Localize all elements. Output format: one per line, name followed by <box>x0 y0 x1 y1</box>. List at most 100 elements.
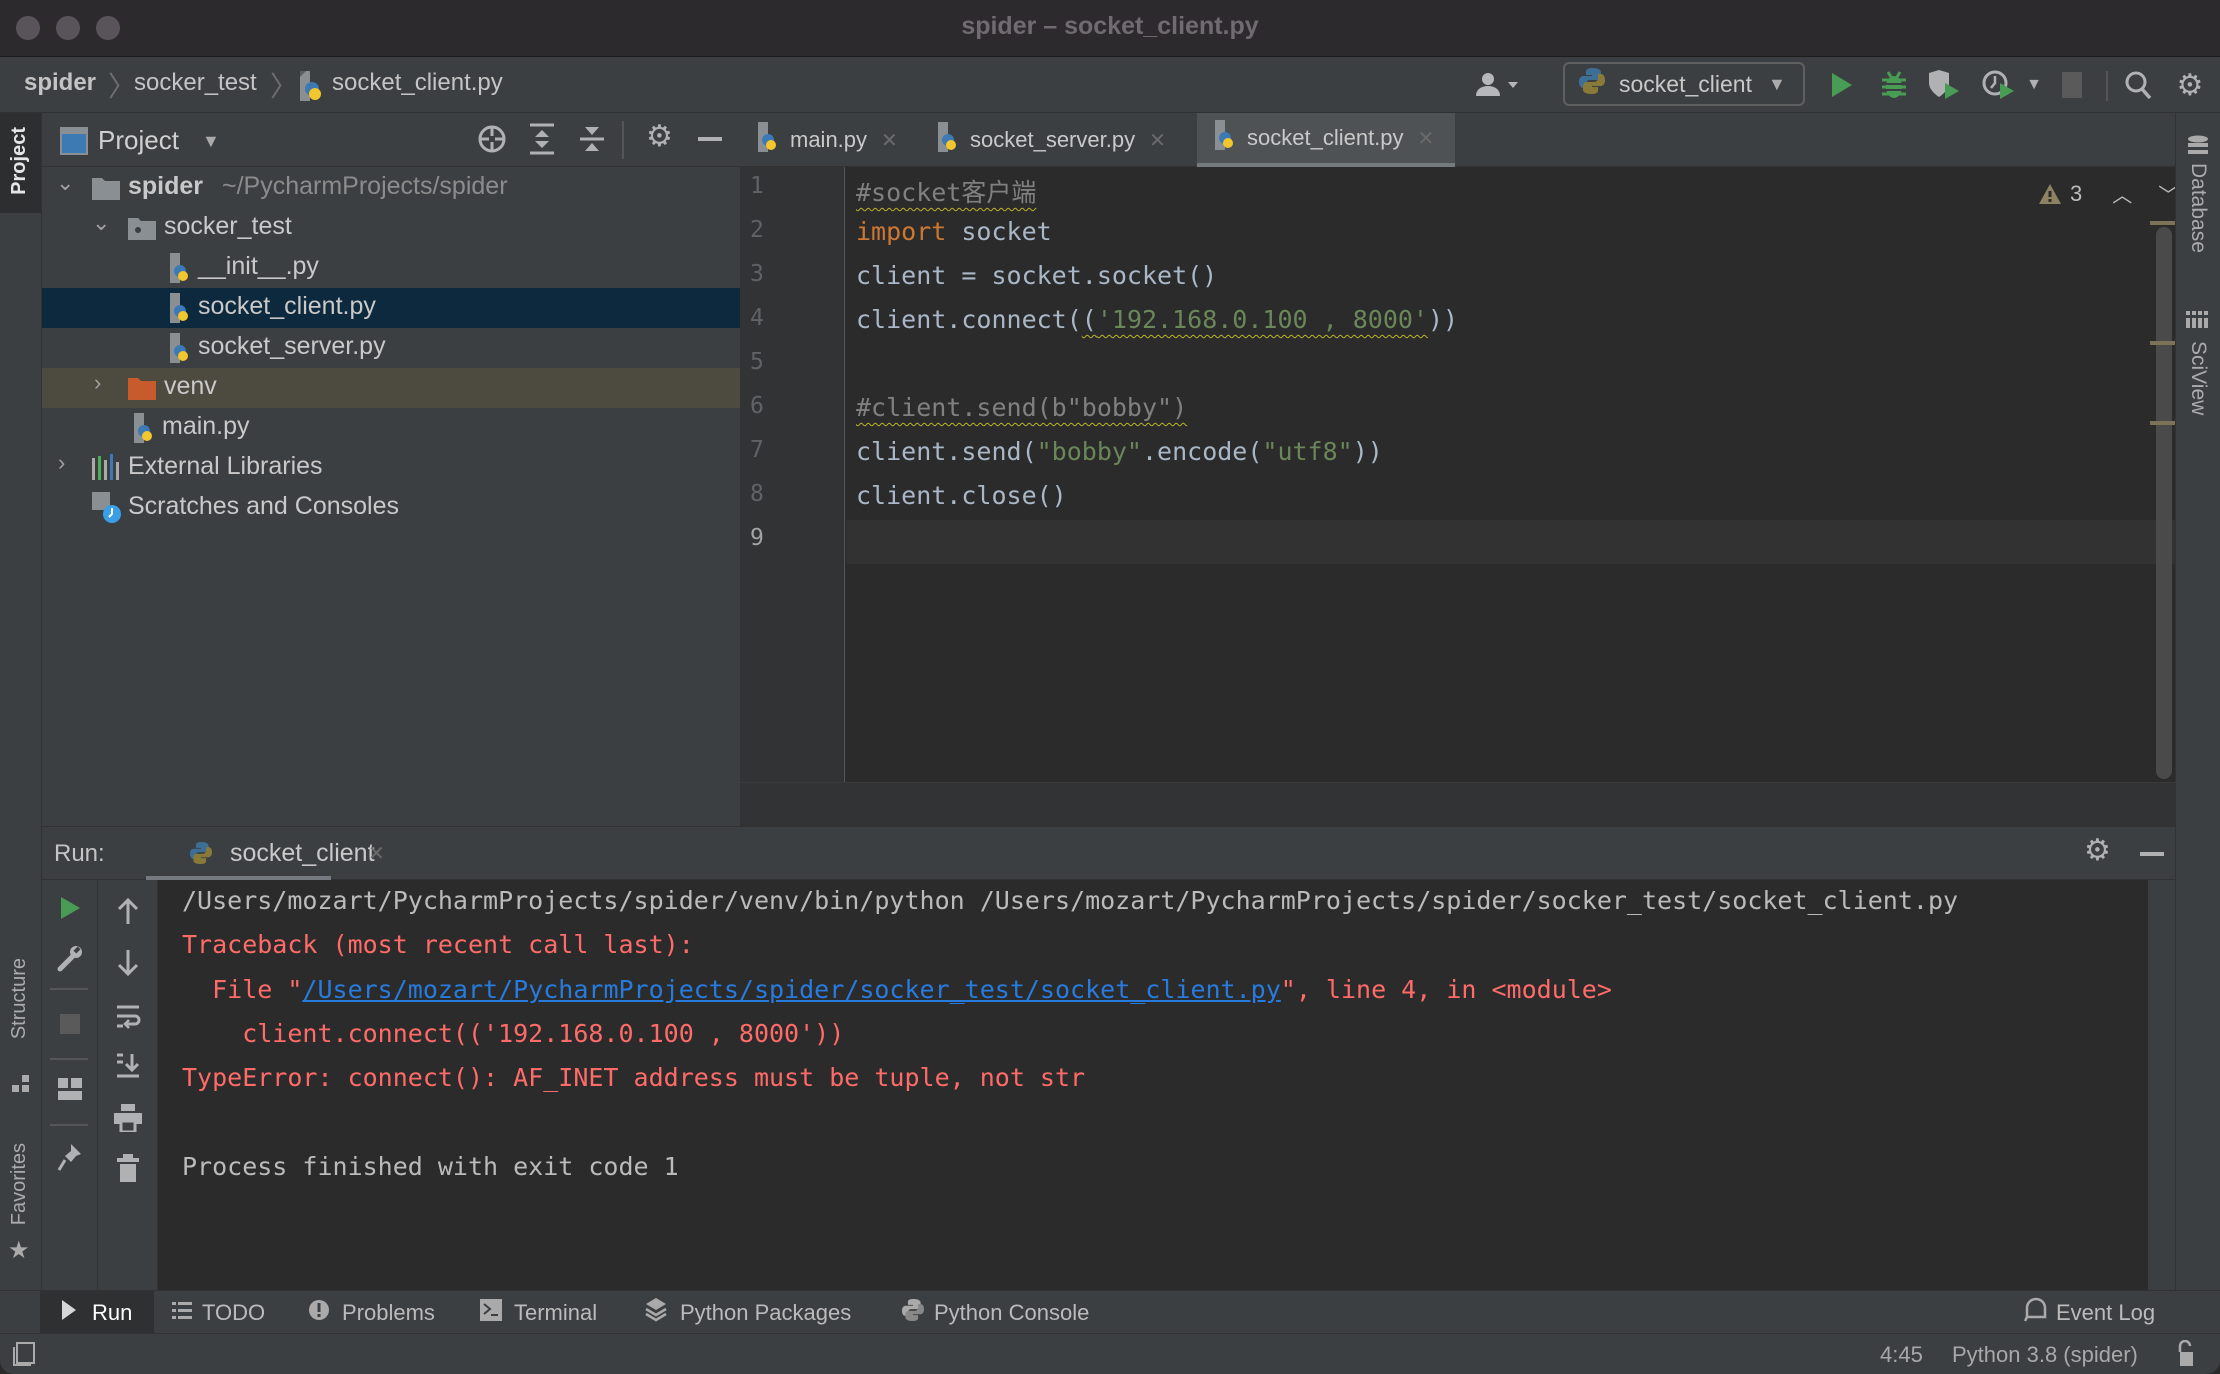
tree-item-external-libraries[interactable]: › External Libraries <box>42 448 740 488</box>
trash-icon[interactable] <box>98 1154 157 1182</box>
string-token: '192.168.0.100 , 8000' <box>1096 305 1428 334</box>
tool-tab-problems[interactable]: Problems <box>308 1291 435 1334</box>
scroll-to-end-icon[interactable] <box>98 1052 157 1078</box>
tree-item-socket-client-py[interactable]: socket_client.py <box>42 288 740 328</box>
hide-panel-icon[interactable] <box>698 137 722 141</box>
chevron-right-icon[interactable]: › <box>58 450 65 476</box>
project-tab-label: Project <box>8 127 30 195</box>
chevron-down-icon[interactable]: ⌄ <box>92 210 110 236</box>
favorites-tab[interactable]: Favorites <box>8 1143 31 1225</box>
code-line[interactable]: #client.send(b"bobby") <box>856 393 1187 422</box>
previous-highlight-icon[interactable]: ︿ <box>2112 179 2132 208</box>
breadcrumb-file[interactable]: socket_client.py <box>332 69 503 97</box>
run-configuration-dropdown[interactable]: socket_client ▼ <box>1563 62 1805 106</box>
warning-marker[interactable] <box>2150 421 2178 425</box>
run-with-coverage-icon[interactable] <box>1920 67 1968 103</box>
arrow-up-icon[interactable] <box>98 898 157 924</box>
line-number: 6 <box>750 393 764 419</box>
toggle-tool-windows-icon[interactable] <box>12 1342 36 1371</box>
profile-icon[interactable] <box>1975 67 2023 103</box>
code-line[interactable]: client = socket.socket() <box>856 261 1217 290</box>
debug-icon[interactable] <box>1872 67 1916 103</box>
tree-item-init-py[interactable]: __init__.py <box>42 248 740 288</box>
tree-item-label: socket_client.py <box>198 292 376 320</box>
tree-item-scratches[interactable]: Scratches and Consoles <box>42 488 740 528</box>
code-line[interactable]: client.connect(('192.168.0.100 , 8000')) <box>856 305 1458 334</box>
warning-marker[interactable] <box>2150 221 2178 225</box>
code-line[interactable]: client.send("bobby".encode("utf8")) <box>856 437 1383 466</box>
project-view-icon <box>60 127 88 160</box>
tree-item-spider[interactable]: ⌄ spider ~/PycharmProjects/spider <box>42 168 740 208</box>
close-tab-icon[interactable]: ✕ <box>1149 128 1166 153</box>
run-console-output[interactable]: /Users/mozart/PycharmProjects/spider/ven… <box>158 880 2148 1290</box>
breadcrumb-project[interactable]: spider <box>24 69 96 97</box>
wrench-icon[interactable] <box>42 944 97 972</box>
python-interpreter[interactable]: Python 3.8 (spider) <box>1952 1342 2138 1368</box>
database-tab[interactable]: Database <box>2186 163 2210 253</box>
arrow-down-icon[interactable] <box>98 950 157 976</box>
tree-item-label: venv <box>164 372 217 400</box>
lock-icon[interactable] <box>2176 1339 2196 1373</box>
breadcrumb-folder[interactable]: socker_test <box>134 69 257 97</box>
code-line[interactable]: #socket客户端 <box>856 173 1036 209</box>
collapse-all-icon[interactable] <box>578 123 606 160</box>
tool-tab-event-log[interactable]: Event Log <box>2023 1291 2155 1334</box>
editor-vertical-scrollbar[interactable] <box>2156 227 2172 779</box>
chevron-right-icon[interactable]: › <box>94 370 101 396</box>
close-tab-icon[interactable]: ✕ <box>368 841 385 866</box>
stop-icon[interactable] <box>42 1014 97 1034</box>
run-icon[interactable] <box>1820 67 1864 103</box>
tab-label: main.py <box>790 127 868 152</box>
inspection-widget[interactable]: 3 ︿ ﹀ <box>2038 179 2178 208</box>
sciview-tab[interactable]: SciView <box>2186 341 2210 415</box>
settings-icon[interactable]: ⚙ <box>646 119 673 154</box>
console-scrollbar[interactable] <box>2148 880 2175 1290</box>
code-token: .encode( <box>1141 437 1263 466</box>
expand-all-icon[interactable] <box>528 123 556 160</box>
structure-tab[interactable]: Structure <box>8 958 31 1039</box>
scratches-icon <box>92 492 122 531</box>
tool-tab-todo[interactable]: TODO <box>172 1291 265 1334</box>
soft-wrap-icon[interactable] <box>98 1004 157 1030</box>
tool-tab-python-console[interactable]: Python Console <box>902 1291 1089 1334</box>
close-tab-icon[interactable]: ✕ <box>1418 126 1435 151</box>
tree-item-main-py[interactable]: main.py <box>42 408 740 448</box>
tree-item-label: spider <box>128 172 204 200</box>
code-line[interactable]: client.close() <box>856 481 1067 510</box>
settings-icon[interactable]: ⚙ <box>2084 833 2111 868</box>
tool-tab-terminal[interactable]: Terminal <box>480 1291 597 1334</box>
tab-label: socket_client.py <box>1247 125 1404 150</box>
warning-marker[interactable] <box>2150 341 2178 345</box>
chevron-down-icon[interactable]: ⌄ <box>56 170 74 196</box>
tree-item-venv[interactable]: › venv <box>42 368 740 408</box>
tool-tab-run[interactable]: Run <box>40 1291 155 1334</box>
run-tab-socket-client[interactable]: socket_client ✕ <box>146 827 385 880</box>
tab-socket-server-py[interactable]: socket_server.py ✕ <box>920 113 1182 167</box>
tab-socket-client-py[interactable]: socket_client.py ✕ <box>1197 113 1455 167</box>
console-file-link[interactable]: /Users/mozart/PycharmProjects/spider/soc… <box>302 975 1280 1004</box>
caret-position[interactable]: 4:45 <box>1880 1342 1923 1368</box>
project-view-title[interactable]: Project <box>98 125 179 156</box>
print-icon[interactable] <box>98 1104 157 1132</box>
code-editor[interactable]: 1 2 3 4 5 6 7 8 9 #socket客户端 import socket client … <box>740 167 2178 782</box>
chevron-down-icon[interactable]: ▼ <box>202 131 220 152</box>
hide-panel-icon[interactable] <box>2140 852 2164 856</box>
python-file-icon <box>756 122 782 158</box>
settings-icon[interactable]: ⚙ <box>2170 67 2210 103</box>
code-token: client = socket.socket() <box>856 261 1218 290</box>
search-icon[interactable] <box>2120 67 2156 103</box>
close-tab-icon[interactable]: ✕ <box>881 128 898 153</box>
tree-item-socker-test[interactable]: ⌄ socker_test <box>42 208 740 248</box>
pin-tab-icon[interactable] <box>42 1142 97 1172</box>
tool-window-project-tab[interactable]: Project <box>0 113 41 213</box>
locate-file-icon[interactable] <box>476 123 508 160</box>
tab-main-py[interactable]: main.py ✕ <box>740 113 914 167</box>
chevron-down-icon[interactable]: ▼ <box>2022 67 2046 103</box>
tree-item-socket-server-py[interactable]: socket_server.py <box>42 328 740 368</box>
code-line[interactable]: import socket <box>856 217 1052 246</box>
rerun-icon[interactable] <box>42 896 97 920</box>
stop-icon[interactable] <box>2054 67 2090 103</box>
user-icon[interactable] <box>1470 67 1526 103</box>
restore-layout-icon[interactable] <box>42 1078 97 1100</box>
tool-tab-python-packages[interactable]: Python Packages <box>644 1291 851 1334</box>
